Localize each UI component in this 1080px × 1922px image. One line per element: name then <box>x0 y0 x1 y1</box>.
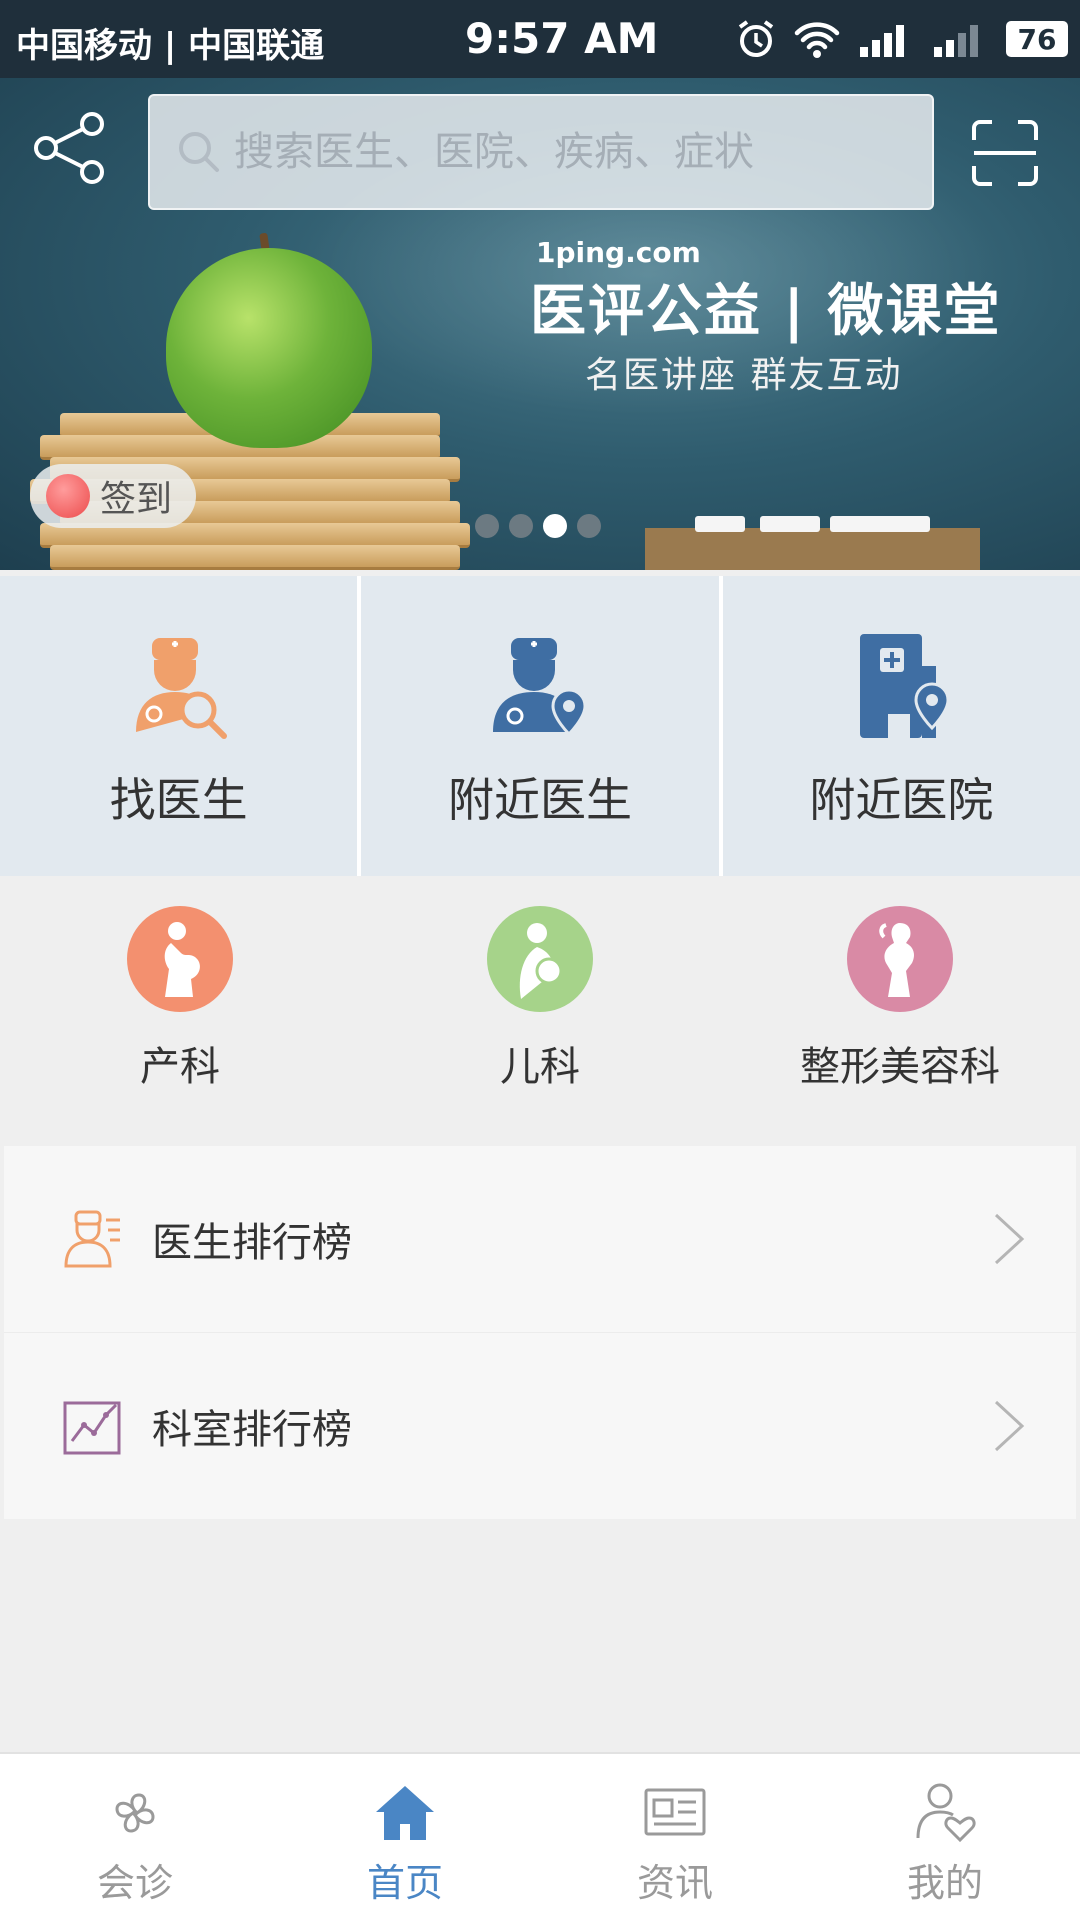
scan-button[interactable] <box>970 118 1040 188</box>
signin-button[interactable]: 签到 <box>30 464 197 528</box>
ranking-list: 医生排行榜 科室排行榜 <box>4 1146 1076 1519</box>
tab-profile[interactable]: 我的 <box>810 1754 1080 1922</box>
department-ranking-label: 科室排行榜 <box>152 1407 352 1453</box>
alarm-icon <box>738 20 774 57</box>
department-shortcuts: 产科 儿科 整形美容科 <box>0 876 1080 1146</box>
promo-banner[interactable]: 1ping.com 医评公益 | 微课堂 名医讲座 群友互动 签到 <box>0 78 1080 570</box>
status-icons: 76 <box>736 16 1068 62</box>
apple-icon <box>46 474 90 518</box>
chalk-ledge <box>645 528 980 570</box>
nearby-doctor-tile[interactable]: 附近医生 <box>361 576 719 876</box>
carousel-dot[interactable] <box>509 514 533 538</box>
banner-subtitle: 名医讲座 群友互动 <box>585 355 903 396</box>
chalk-piece <box>760 516 820 532</box>
doctor-list-icon <box>64 1210 120 1268</box>
woman-silhouette-icon <box>847 906 953 1012</box>
nearby-hospital-tile[interactable]: 附近医院 <box>722 576 1080 876</box>
status-bar: 中国移动 | 中国联通 9:57 AM 76 <box>0 0 1080 78</box>
signin-label: 签到 <box>100 479 173 520</box>
home-icon <box>376 1786 434 1840</box>
tab-consultation[interactable]: 会诊 <box>0 1754 270 1922</box>
nearby-hospital-label: 附近医院 <box>809 773 994 827</box>
bottom-tab-bar: 会诊 首页 资讯 我的 <box>0 1752 1080 1922</box>
tab-home[interactable]: 首页 <box>270 1754 540 1922</box>
pediatrics-label: 儿科 <box>500 1044 580 1090</box>
carrier-label: 中国移动 | 中国联通 <box>16 26 325 66</box>
share-icon <box>34 112 104 184</box>
search-input[interactable] <box>232 128 876 176</box>
cosmetic-surgery-shortcut[interactable]: 整形美容科 <box>720 876 1080 1146</box>
share-button[interactable] <box>30 108 110 188</box>
banner-title: 医评公益 | 微课堂 <box>530 279 1002 344</box>
pediatrics-shortcut[interactable]: 儿科 <box>360 876 720 1146</box>
clock: 9:57 AM <box>465 14 659 63</box>
tab-news-label: 资讯 <box>636 1861 713 1905</box>
search-icon <box>179 132 219 172</box>
nearby-doctor-label: 附近医生 <box>447 773 632 827</box>
doctor-ranking-label: 医生排行榜 <box>152 1220 352 1266</box>
carousel-dot[interactable] <box>475 514 499 538</box>
obstetrics-label: 产科 <box>140 1044 220 1090</box>
news-icon <box>644 1788 706 1836</box>
doctor-ranking-item[interactable]: 医生排行榜 <box>4 1146 1076 1332</box>
obstetrics-shortcut[interactable]: 产科 <box>0 876 360 1146</box>
pregnant-woman-icon <box>127 906 233 1012</box>
carousel-indicator <box>475 514 601 538</box>
nearby-doctor-icon <box>492 638 587 737</box>
profile-heart-icon <box>916 1783 976 1843</box>
find-doctor-tile[interactable]: 找医生 <box>0 576 358 876</box>
department-ranking-item[interactable]: 科室排行榜 <box>4 1332 1076 1519</box>
search-bar[interactable] <box>148 94 934 210</box>
find-doctor-icon <box>135 638 227 739</box>
chalk-piece <box>830 516 930 532</box>
feature-grid: 找医生 附近医生 附近医院 <box>0 576 1080 876</box>
mother-baby-icon <box>487 906 593 1012</box>
signal-1-icon <box>860 25 904 57</box>
chalk-piece <box>695 516 745 532</box>
find-doctor-label: 找医生 <box>109 773 248 827</box>
signal-2-icon <box>934 25 978 57</box>
nearby-hospital-icon <box>860 634 950 738</box>
chevron-right-icon <box>994 1213 1025 1265</box>
carousel-dot-active[interactable] <box>543 514 567 538</box>
carousel-dot[interactable] <box>577 514 601 538</box>
green-apple-image <box>166 248 372 448</box>
tab-news[interactable]: 资讯 <box>540 1754 810 1922</box>
tab-home-label: 首页 <box>366 1861 443 1905</box>
scan-icon <box>972 120 1038 186</box>
tab-profile-label: 我的 <box>906 1861 983 1905</box>
chevron-right-icon <box>994 1400 1025 1452</box>
battery-indicator: 76 <box>1006 21 1068 57</box>
wifi-icon <box>794 22 840 58</box>
cosmetic-surgery-label: 整形美容科 <box>800 1044 1000 1090</box>
banner-domain: 1ping.com <box>536 236 701 269</box>
tab-consultation-label: 会诊 <box>96 1861 173 1905</box>
clover-icon <box>115 1793 155 1833</box>
trend-chart-icon <box>63 1401 121 1455</box>
